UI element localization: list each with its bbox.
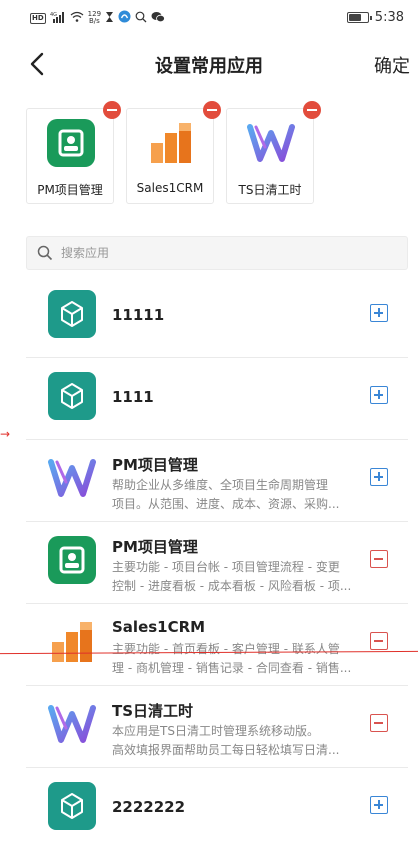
annotation-arrow-icon: → xyxy=(0,427,11,441)
app-description-line: 高效填报界面帮助员工每日轻松填写日清... xyxy=(112,743,340,757)
app-name: 1111 xyxy=(112,388,154,406)
page-title: 设置常用应用 xyxy=(155,56,263,77)
add-icon[interactable] xyxy=(370,468,388,486)
confirm-button[interactable]: 确定 xyxy=(374,52,410,78)
net-speed-unit: B/s xyxy=(88,17,100,25)
net-speed: 129 B/s xyxy=(88,11,101,25)
list-item: TS日清工时 本应用是TS日清工时管理系统移动版。 高效填报界面帮助员工每日轻松… xyxy=(26,686,408,768)
add-icon[interactable] xyxy=(370,386,388,404)
ts-wave-icon xyxy=(247,119,295,167)
selected-app-card[interactable]: Sales1CRM xyxy=(126,101,221,204)
selected-app-label: PM项目管理 xyxy=(37,183,103,197)
cube-icon xyxy=(48,290,96,338)
app-name: 2222222 xyxy=(112,798,186,816)
ts-wave-icon xyxy=(48,454,96,502)
list-item: Sales1CRM 主要功能 - 首页看板 - 客户管理 - 联系人管 理 - … xyxy=(26,604,408,686)
app-name: 11111 xyxy=(112,306,165,324)
status-right: 5:38 xyxy=(346,10,404,25)
battery-fill xyxy=(348,14,361,21)
pm-green-icon xyxy=(47,119,95,167)
wifi-icon xyxy=(70,11,84,25)
clock: 5:38 xyxy=(374,10,404,25)
app-name: TS日清工时 xyxy=(112,702,194,720)
status-left: HD 4G 129 B/s xyxy=(30,10,165,26)
app-list: 11111 1111 PM项目管理 帮助企业从多维度、全项目生命周期管理 项目。… xyxy=(26,276,408,850)
list-item: 11111 xyxy=(26,276,408,358)
app-icon xyxy=(118,10,131,26)
hourglass-icon xyxy=(105,11,114,26)
app-description-line: 控制 - 进度看板 - 成本看板 - 风险看板 - 项... xyxy=(112,579,352,593)
search-input[interactable] xyxy=(61,243,381,263)
selected-app-card[interactable]: PM项目管理 xyxy=(26,101,121,204)
remove-icon[interactable] xyxy=(370,714,388,732)
sales-bars-icon xyxy=(147,119,195,167)
selected-app-label: TS日清工时 xyxy=(238,183,302,197)
app-description-line: 项目。从范围、进度、成本、资源、采购... xyxy=(112,497,340,511)
app-description-line: 本应用是TS日清工时管理系统移动版。 xyxy=(112,724,319,738)
app-description-line: 帮助企业从多维度、全项目生命周期管理 xyxy=(112,478,329,492)
app-description: 主要功能 - 项目台帐 - 项目管理流程 - 变更 控制 - 进度看板 - 成本… xyxy=(112,558,370,596)
selected-apps: PM项目管理 Sales1CRM TS日清工时 xyxy=(26,101,321,204)
add-icon[interactable] xyxy=(370,304,388,322)
app-name: PM项目管理 xyxy=(112,456,198,474)
search-icon xyxy=(37,245,53,261)
header-bar: 设置常用应用 确定 xyxy=(0,40,418,88)
hd-icon: HD xyxy=(30,12,46,24)
app-description: 帮助企业从多维度、全项目生命周期管理 项目。从范围、进度、成本、资源、采购... xyxy=(112,476,370,514)
list-item: 1111 xyxy=(26,358,408,440)
ts-wave-icon xyxy=(48,700,96,748)
remove-badge-icon[interactable] xyxy=(203,101,221,119)
selected-app-card[interactable]: TS日清工时 xyxy=(226,101,321,204)
search-bar[interactable] xyxy=(26,236,408,270)
pm-green-icon xyxy=(48,536,96,584)
app-name: Sales1CRM xyxy=(112,618,206,636)
app-description: 主要功能 - 首页看板 - 客户管理 - 联系人管 理 - 商机管理 - 销售记… xyxy=(112,640,370,678)
selected-app-label: Sales1CRM xyxy=(136,181,204,195)
app-description-line: 主要功能 - 项目台帐 - 项目管理流程 - 变更 xyxy=(112,560,340,574)
app-name: PM项目管理 xyxy=(112,538,198,556)
app-description-line: 主要功能 - 首页看板 - 客户管理 - 联系人管 xyxy=(112,642,340,656)
remove-icon[interactable] xyxy=(370,550,388,568)
remove-icon[interactable] xyxy=(370,632,388,650)
list-item: PM项目管理 帮助企业从多维度、全项目生命周期管理 项目。从范围、进度、成本、资… xyxy=(26,440,408,522)
add-icon[interactable] xyxy=(370,796,388,814)
battery-icon xyxy=(346,12,372,23)
status-bar: HD 4G 129 B/s 5:38 xyxy=(0,0,418,36)
list-item: PM项目管理 主要功能 - 项目台帐 - 项目管理流程 - 变更 控制 - 进度… xyxy=(26,522,408,604)
remove-badge-icon[interactable] xyxy=(303,101,321,119)
list-item: 2222222 xyxy=(26,768,408,850)
wechat-icon xyxy=(151,11,165,26)
remove-badge-icon[interactable] xyxy=(103,101,121,119)
sales-bars-icon xyxy=(48,618,96,666)
search-icon xyxy=(135,11,147,26)
cube-icon xyxy=(48,782,96,830)
signal-icon: 4G xyxy=(50,11,66,26)
app-description: 本应用是TS日清工时管理系统移动版。 高效填报界面帮助员工每日轻松填写日清... xyxy=(112,722,370,760)
cube-icon xyxy=(48,372,96,420)
app-description-line: 理 - 商机管理 - 销售记录 - 合同查看 - 销售... xyxy=(112,661,352,675)
